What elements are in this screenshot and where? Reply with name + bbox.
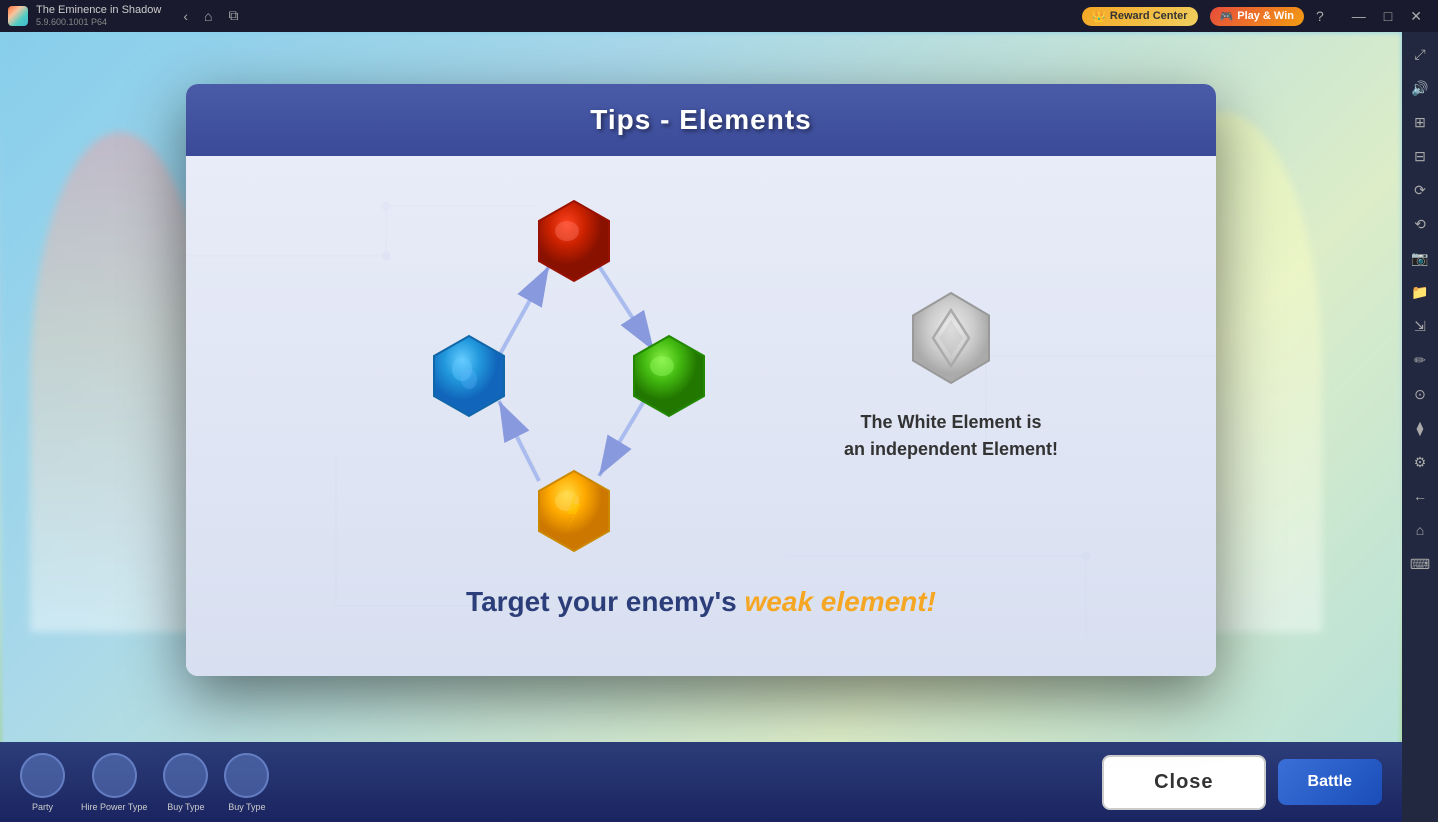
sidebar-camera-icon[interactable]: 📷 xyxy=(1406,244,1434,272)
reward-center-button[interactable]: 👑 Reward Center xyxy=(1082,7,1197,26)
window-close-button[interactable]: ✕ xyxy=(1402,7,1430,25)
white-element-section: The White Element is an independent Elem… xyxy=(844,288,1058,463)
play-win-icon: 🎮 xyxy=(1220,10,1234,23)
white-element-description: The White Element is an independent Elem… xyxy=(844,409,1058,463)
sidebar-rotate-cw-icon[interactable]: ⟳ xyxy=(1406,176,1434,204)
modal-content-area: The White Element is an independent Elem… xyxy=(226,186,1176,566)
titlebar-nav: ‹ ⌂ ⧉ xyxy=(177,5,244,26)
fire-hex-svg xyxy=(529,196,619,286)
buy2-label: Buy Type xyxy=(228,802,265,812)
battle-button[interactable]: Battle xyxy=(1278,759,1382,805)
tips-modal: Tips - Elements xyxy=(186,84,1216,676)
water-element xyxy=(424,331,514,426)
white-hex-svg xyxy=(901,288,1001,388)
fire-element xyxy=(529,196,619,291)
sidebar-edit-icon[interactable]: ✏ xyxy=(1406,346,1434,374)
sidebar-volume-icon[interactable]: 🔊 xyxy=(1406,74,1434,102)
help-button[interactable]: ? xyxy=(1316,8,1324,24)
sidebar-minus-icon[interactable]: ⊟ xyxy=(1406,142,1434,170)
play-win-button[interactable]: 🎮 Play & Win xyxy=(1210,7,1304,26)
lightning-hex-svg xyxy=(529,466,619,556)
modal-header: Tips - Elements xyxy=(186,84,1216,156)
buy2-icon-circle xyxy=(224,753,269,798)
titlebar-controls: — □ ✕ xyxy=(1344,7,1430,25)
sidebar-folder-icon[interactable]: 📁 xyxy=(1406,278,1434,306)
minimize-button[interactable]: — xyxy=(1344,7,1374,25)
sidebar-settings-icon[interactable]: ⚙ xyxy=(1406,448,1434,476)
element-diagram xyxy=(344,186,794,566)
earth-hex-svg xyxy=(624,331,714,421)
sidebar-expand-icon[interactable]: ⤢ xyxy=(1406,40,1434,68)
titlebar-left: The Eminence in Shadow 5.9.600.1001 P64 … xyxy=(8,4,245,28)
water-hex-svg xyxy=(424,331,514,421)
hire-icon-circle xyxy=(92,753,137,798)
bottom-tip: Target your enemy's weak element! xyxy=(466,586,936,618)
titlebar-title: The Eminence in Shadow 5.9.600.1001 P64 xyxy=(36,4,161,28)
maximize-button[interactable]: □ xyxy=(1376,7,1400,25)
titlebar: The Eminence in Shadow 5.9.600.1001 P64 … xyxy=(0,0,1438,32)
white-element xyxy=(901,288,1001,393)
bottom-buttons: Close Battle xyxy=(1102,755,1382,810)
party-label: Party xyxy=(32,802,53,812)
sidebar-keyboard-icon[interactable]: ⌨ xyxy=(1406,550,1434,578)
modal-overlay: Tips - Elements xyxy=(0,32,1402,727)
sidebar-diamond-icon[interactable]: ⧫ xyxy=(1406,414,1434,442)
buy1-label: Buy Type xyxy=(167,802,204,812)
modal-title: Tips - Elements xyxy=(206,104,1196,136)
right-sidebar: ⤢ 🔊 ⊞ ⊟ ⟳ ⟲ 📷 📁 ⇲ ✏ ⊙ ⧫ ⚙ ← ⌂ ⌨ xyxy=(1402,32,1438,822)
buy1-item: Buy Type xyxy=(163,753,208,812)
highlight-text: weak element! xyxy=(745,586,936,617)
sidebar-back-icon[interactable]: ← xyxy=(1406,482,1434,510)
modal-body: The White Element is an independent Elem… xyxy=(186,156,1216,676)
party-icon-circle xyxy=(20,753,65,798)
hire-label: Hire Power Type xyxy=(81,802,147,812)
earth-element xyxy=(624,331,714,426)
sidebar-home-icon[interactable]: ⌂ xyxy=(1406,516,1434,544)
buy1-icon-circle xyxy=(163,753,208,798)
party-item: Party xyxy=(20,753,65,812)
nav-home-button[interactable]: ⌂ xyxy=(198,6,218,26)
sidebar-rotate-ccw-icon[interactable]: ⟲ xyxy=(1406,210,1434,238)
sidebar-resize-icon[interactable]: ⇲ xyxy=(1406,312,1434,340)
buy2-item: Buy Type xyxy=(224,753,269,812)
hire-item: Hire Power Type xyxy=(81,753,147,812)
nav-back-button[interactable]: ‹ xyxy=(177,6,194,26)
reward-crown-icon: 👑 xyxy=(1092,10,1106,23)
titlebar-right: 👑 Reward Center 🎮 Play & Win ? — □ ✕ xyxy=(1082,7,1430,26)
sidebar-target-icon[interactable]: ⊙ xyxy=(1406,380,1434,408)
bottom-bar: Party Hire Power Type Buy Type Buy Type … xyxy=(0,742,1402,822)
close-modal-button[interactable]: Close xyxy=(1102,755,1265,810)
sidebar-grid-icon[interactable]: ⊞ xyxy=(1406,108,1434,136)
nav-pages-button[interactable]: ⧉ xyxy=(223,5,245,26)
app-icon xyxy=(8,6,28,26)
lightning-element xyxy=(529,466,619,561)
